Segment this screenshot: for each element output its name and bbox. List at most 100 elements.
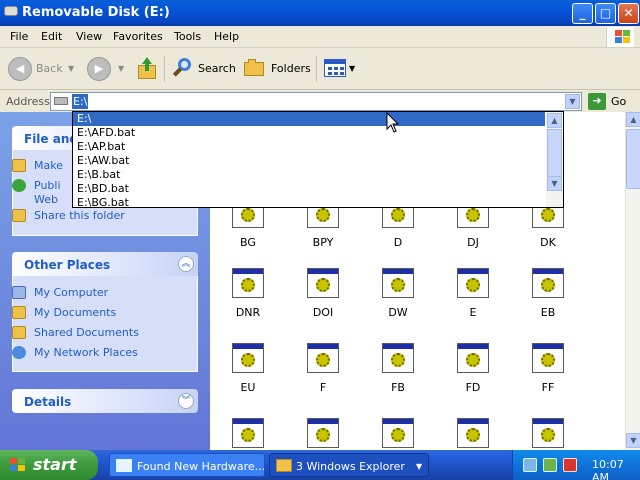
file-item[interactable] — [368, 418, 428, 450]
file-name: EU — [240, 381, 256, 394]
file-item[interactable]: BG — [218, 198, 278, 268]
folders-button-label[interactable]: Folders — [271, 62, 311, 75]
back-arrow-icon[interactable]: ◀ — [8, 57, 32, 81]
batch-file-icon — [382, 268, 414, 298]
autocomplete-item[interactable]: E:\AW.bat — [73, 154, 545, 168]
autocomplete-item[interactable]: E:\AP.bat — [73, 140, 545, 154]
file-item[interactable]: DOI — [293, 268, 353, 338]
window-title: Removable Disk (E:) — [22, 5, 170, 20]
forward-arrow-icon[interactable]: ▶ — [87, 57, 111, 81]
scroll-up-icon[interactable]: ▲ — [626, 112, 640, 127]
autocomplete-item[interactable]: E:\AFD.bat — [73, 126, 545, 140]
address-value[interactable]: E:\ — [72, 94, 89, 109]
folder-icon — [276, 459, 292, 472]
menu-favorites[interactable]: Favorites — [113, 30, 163, 43]
menu-help[interactable]: Help — [214, 30, 239, 43]
file-name: DW — [388, 306, 408, 319]
go-button-label[interactable]: Go — [611, 95, 626, 108]
file-item[interactable]: EB — [518, 268, 578, 338]
autocomplete-item[interactable]: E:\ — [73, 112, 545, 126]
task-label: Web — [34, 193, 58, 206]
file-name: DJ — [467, 236, 479, 249]
file-item[interactable]: FF — [518, 343, 578, 413]
file-item[interactable] — [293, 418, 353, 450]
up-folder-icon[interactable] — [136, 57, 158, 81]
collapse-chevron-icon[interactable]: ︽ — [178, 256, 194, 272]
taskbar-item-windows-explorer[interactable]: 3 Windows Explorer ▼ — [269, 453, 429, 477]
start-button[interactable]: start — [0, 450, 98, 480]
scroll-up-icon[interactable]: ▲ — [547, 113, 562, 128]
other-places-header[interactable]: Other Places ︽ — [12, 252, 198, 276]
menu-view[interactable]: View — [76, 30, 102, 43]
minimize-button[interactable]: _ — [572, 3, 593, 24]
file-item[interactable]: D — [368, 198, 428, 268]
file-item[interactable]: BPY — [293, 198, 353, 268]
scroll-thumb[interactable] — [626, 129, 640, 189]
file-item[interactable]: FD — [443, 343, 503, 413]
autocomplete-scrollbar[interactable]: ▲ ▼ — [546, 112, 563, 207]
system-tray: 10:07 AM — [512, 450, 640, 480]
expand-chevron-icon[interactable]: ︾ — [178, 393, 194, 409]
back-dropdown-icon[interactable]: ▼ — [68, 64, 74, 73]
go-arrow-icon[interactable]: ➜ — [588, 93, 606, 110]
menu-tools[interactable]: Tools — [174, 30, 201, 43]
security-shield-icon[interactable] — [563, 458, 577, 472]
scroll-down-icon[interactable]: ▼ — [626, 433, 640, 448]
search-icon[interactable] — [172, 57, 194, 79]
share-folder-icon — [12, 209, 26, 222]
file-name: E — [469, 306, 477, 319]
title-bar[interactable]: Removable Disk (E:) _ □ ✕ — [0, 0, 640, 26]
autocomplete-item[interactable]: E:\BD.bat — [73, 182, 545, 196]
autocomplete-item[interactable]: E:\B.bat — [73, 168, 545, 182]
folders-icon[interactable] — [244, 59, 266, 77]
file-name: FF — [541, 381, 555, 394]
batch-file-icon — [307, 268, 339, 298]
file-item[interactable]: DK — [518, 198, 578, 268]
hardware-tray-icon[interactable] — [523, 458, 537, 472]
close-button[interactable]: ✕ — [618, 3, 639, 24]
details-header[interactable]: Details ︾ — [12, 389, 198, 413]
shared-folder-icon — [12, 326, 26, 339]
views-dropdown-icon[interactable]: ▼ — [349, 64, 355, 73]
forward-dropdown-icon[interactable]: ▼ — [118, 64, 124, 73]
drive-icon — [54, 97, 68, 105]
clock[interactable]: 10:07 AM — [592, 458, 640, 480]
views-icon[interactable] — [324, 59, 346, 77]
safely-remove-icon[interactable] — [543, 458, 557, 472]
back-button-label[interactable]: Back — [36, 62, 63, 75]
toolbar-separator — [316, 56, 317, 82]
other-places-title: Other Places — [24, 258, 111, 272]
file-item[interactable]: DNR — [218, 268, 278, 338]
scroll-thumb[interactable] — [547, 129, 562, 179]
globe-icon — [12, 179, 26, 192]
mouse-cursor-icon — [386, 112, 400, 133]
menu-edit[interactable]: Edit — [41, 30, 62, 43]
task-label: Make — [34, 159, 63, 172]
file-item[interactable]: FB — [368, 343, 428, 413]
network-icon — [12, 346, 26, 359]
search-button-label[interactable]: Search — [198, 62, 236, 75]
file-item[interactable]: E — [443, 268, 503, 338]
menu-file[interactable]: File — [10, 30, 28, 43]
place-label: My Documents — [34, 306, 117, 319]
file-item[interactable] — [218, 418, 278, 450]
address-dropdown-icon[interactable]: ▼ — [565, 94, 580, 109]
file-item[interactable]: F — [293, 343, 353, 413]
maximize-button[interactable]: □ — [595, 3, 616, 24]
file-item[interactable]: EU — [218, 343, 278, 413]
autocomplete-item[interactable]: E:\BG.bat — [73, 196, 545, 207]
file-item[interactable] — [518, 418, 578, 450]
batch-file-icon — [307, 343, 339, 373]
scroll-down-icon[interactable]: ▼ — [547, 176, 562, 191]
group-dropdown-icon[interactable]: ▼ — [416, 462, 422, 471]
file-name: DK — [540, 236, 556, 249]
address-input[interactable]: E:\ ▼ — [50, 92, 582, 111]
taskbar-item-found-new-hardware[interactable]: Found New Hardware... — [109, 453, 265, 477]
windows-flag-icon — [10, 458, 26, 472]
content-scrollbar[interactable]: ▲ ▼ — [625, 112, 640, 450]
address-autocomplete-list[interactable]: E:\ E:\AFD.bat E:\AP.bat E:\AW.bat E:\B.… — [72, 111, 564, 208]
file-item[interactable]: DW — [368, 268, 428, 338]
file-item[interactable] — [443, 418, 503, 450]
computer-icon — [12, 286, 26, 299]
file-item[interactable]: DJ — [443, 198, 503, 268]
